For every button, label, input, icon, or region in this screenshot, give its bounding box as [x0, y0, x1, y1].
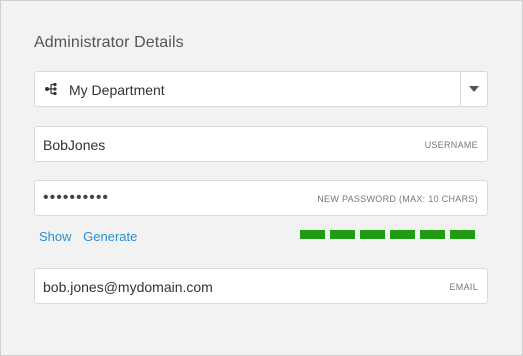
- department-selected-value: My Department: [69, 82, 165, 98]
- org-structure-icon: [45, 82, 57, 96]
- username-hint: USERNAME: [424, 140, 478, 150]
- generate-password-link[interactable]: Generate: [83, 229, 137, 244]
- caret-down-icon: [469, 86, 479, 92]
- password-actions: Show Generate: [39, 229, 137, 244]
- strength-segment: [330, 230, 355, 239]
- strength-segment: [450, 230, 475, 239]
- email-value: bob.jones@mydomain.com: [43, 279, 213, 295]
- email-field[interactable]: bob.jones@mydomain.com EMAIL: [34, 268, 488, 304]
- strength-segment: [300, 230, 325, 239]
- username-field[interactable]: BobJones USERNAME: [34, 126, 488, 162]
- department-select[interactable]: My Department: [34, 71, 488, 107]
- section-title: Administrator Details: [34, 34, 184, 51]
- password-masked-value: ••••••••••: [43, 189, 110, 206]
- department-dropdown-toggle[interactable]: [460, 72, 487, 106]
- strength-segment: [420, 230, 445, 239]
- username-value: BobJones: [43, 137, 106, 153]
- administrator-details-panel: Administrator Details My Department BobJ…: [0, 0, 523, 356]
- password-hint: NEW PASSWORD (MAX: 10 CHARS): [317, 194, 478, 204]
- show-password-link[interactable]: Show: [39, 229, 72, 244]
- email-hint: EMAIL: [449, 282, 478, 292]
- strength-segment: [390, 230, 415, 239]
- password-field[interactable]: •••••••••• NEW PASSWORD (MAX: 10 CHARS): [34, 180, 488, 216]
- strength-segment: [360, 230, 385, 239]
- password-strength-meter: [300, 230, 480, 239]
